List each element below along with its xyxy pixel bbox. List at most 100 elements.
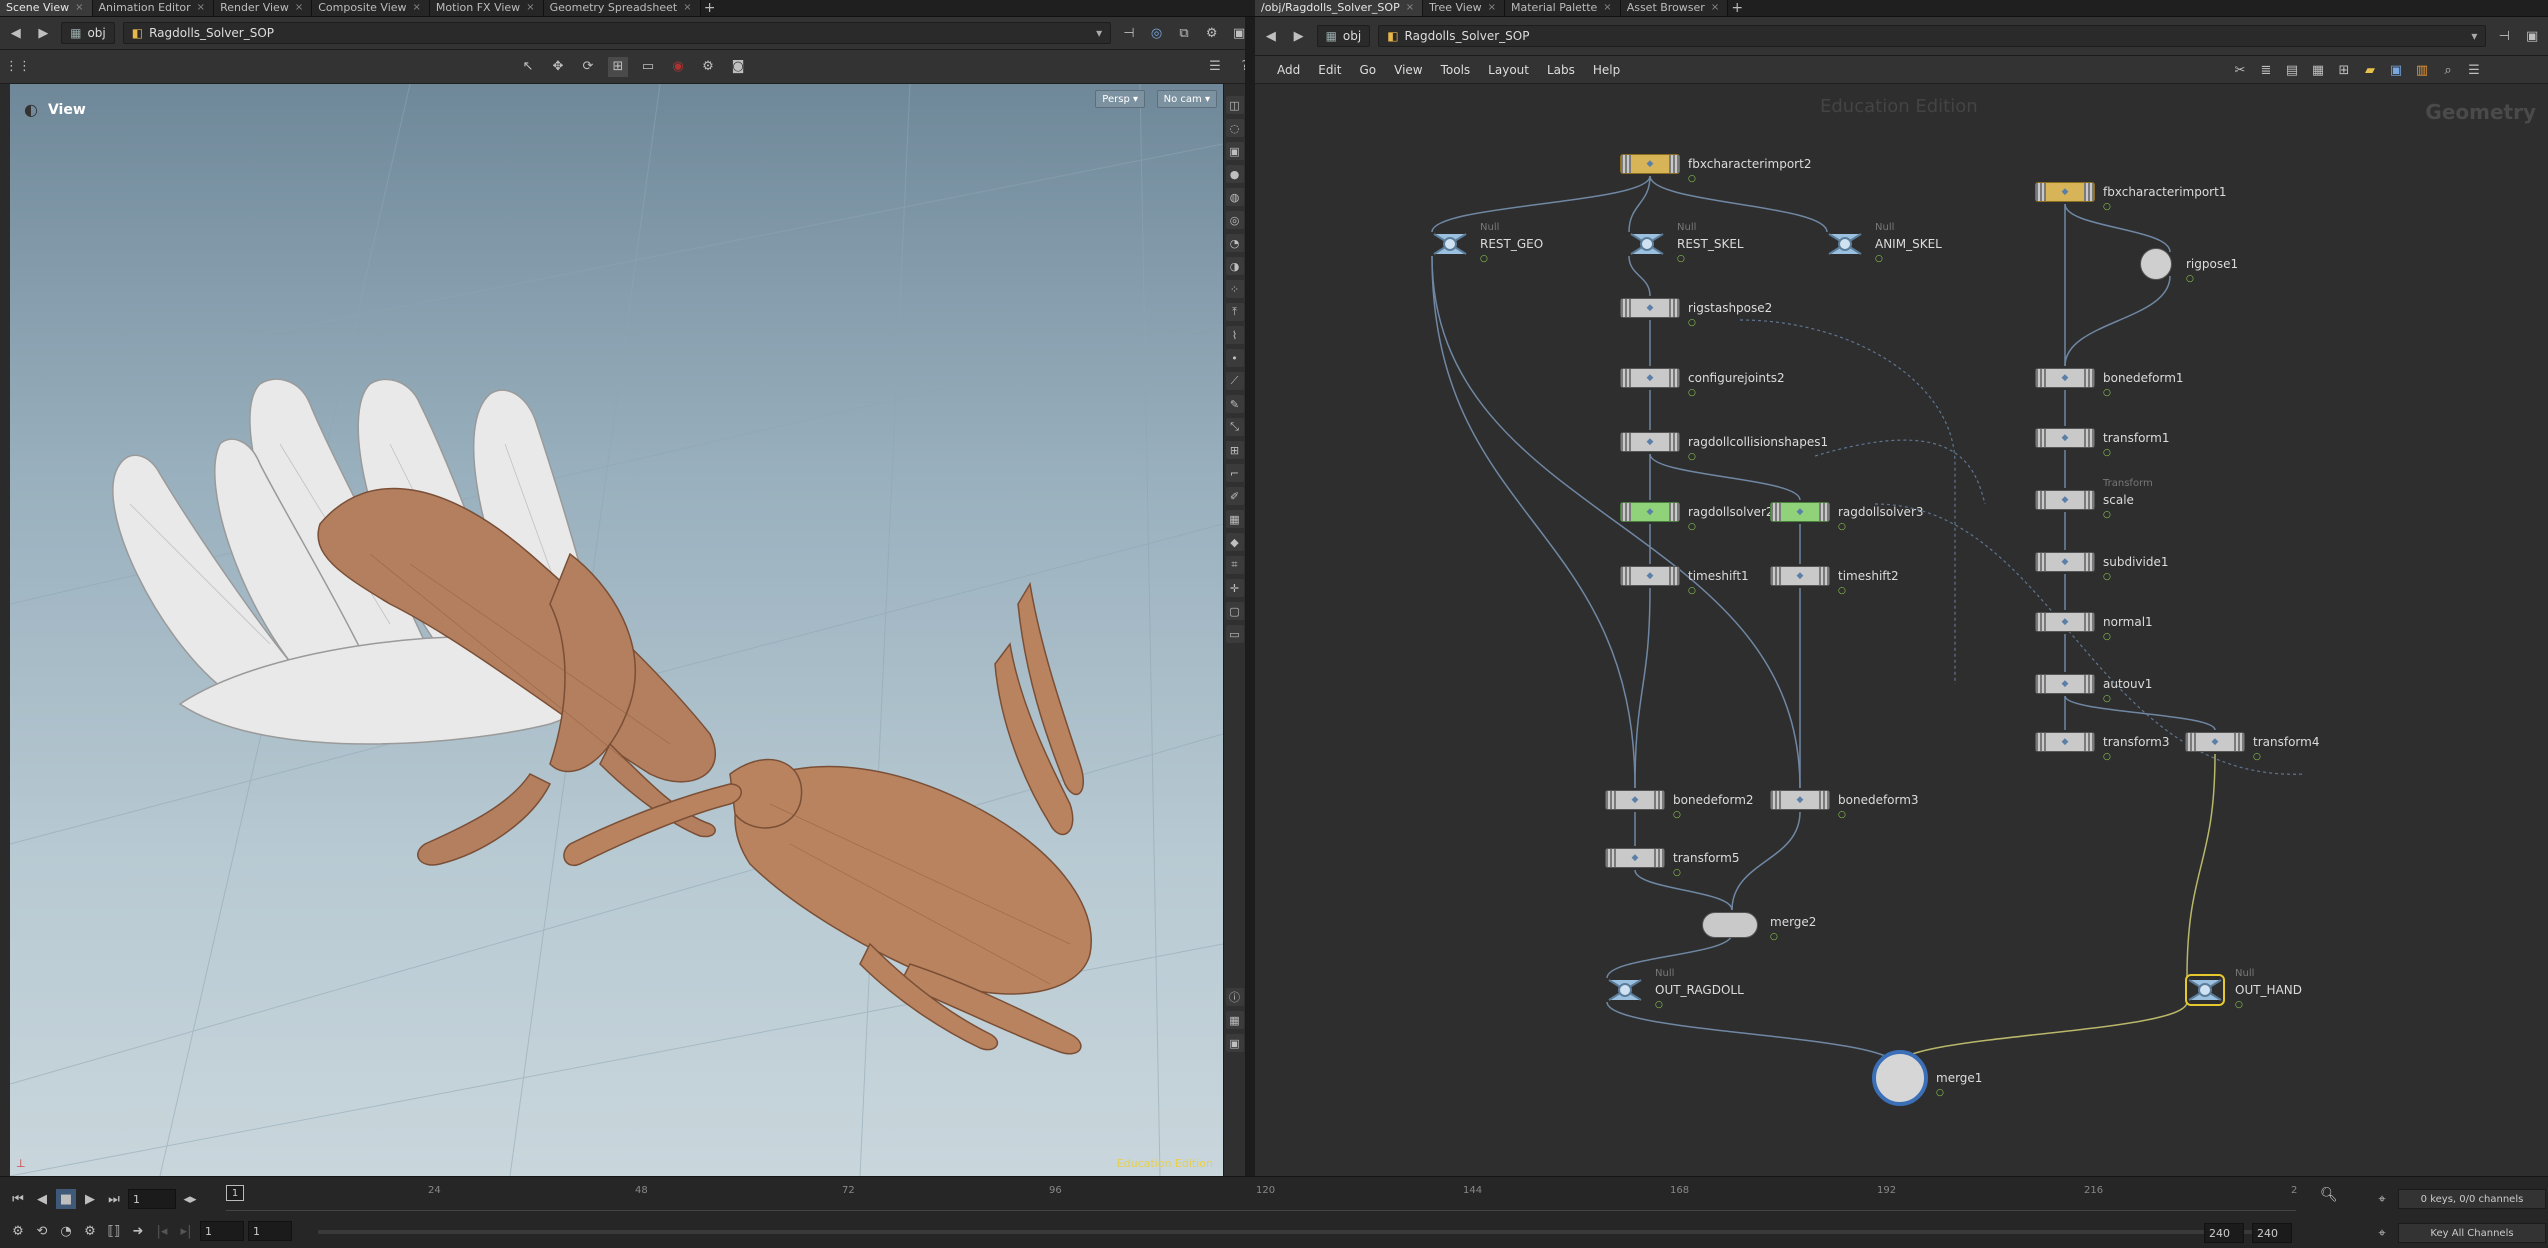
- ghost-icon[interactable]: ◌: [1225, 119, 1244, 137]
- node-body[interactable]: ◆: [2035, 182, 2095, 202]
- frame-icon[interactable]: ▭: [638, 57, 658, 77]
- wrench-icon[interactable]: ✂: [2230, 60, 2250, 80]
- timeline-scrubber[interactable]: 24 48 72 96 120 144 168 192 216 2 1: [226, 1185, 2297, 1211]
- record-icon[interactable]: ◉: [668, 57, 688, 77]
- menu-go[interactable]: Go: [1351, 63, 1384, 77]
- split-icon[interactable]: ⧉: [1174, 23, 1194, 43]
- node-body[interactable]: ◆: [1620, 502, 1680, 522]
- normals-icon[interactable]: ⤒: [1225, 303, 1244, 321]
- close-icon[interactable]: ×: [413, 2, 421, 13]
- settings-icon[interactable]: ⚙: [80, 1221, 100, 1241]
- sphere-icon[interactable]: ●: [1225, 165, 1244, 183]
- close-icon[interactable]: ×: [197, 2, 205, 13]
- target-icon[interactable]: ◎: [1225, 211, 1244, 229]
- layout-icon[interactable]: ▦: [1225, 1011, 1244, 1029]
- camera-dropdown[interactable]: No cam ▾: [1156, 90, 1217, 108]
- grid-menu-icon[interactable]: ⋮⋮: [5, 57, 31, 77]
- snap-icon[interactable]: ⊞: [608, 56, 628, 77]
- step-icon[interactable]: ◂▸: [180, 1189, 200, 1209]
- menu-labs[interactable]: Labs: [1539, 63, 1583, 77]
- node-body[interactable]: ◆: [2035, 674, 2095, 694]
- jump-end-icon[interactable]: ⏭: [104, 1189, 124, 1209]
- brush-icon[interactable]: ✎: [1225, 395, 1244, 413]
- left-tab[interactable]: Render View ×: [214, 0, 313, 16]
- tag-icon[interactable]: ⌗: [1225, 556, 1244, 574]
- node-body[interactable]: ◆: [1605, 790, 1665, 810]
- close-icon[interactable]: ×: [1488, 2, 1496, 13]
- close-icon[interactable]: ×: [683, 2, 691, 13]
- edge-icon[interactable]: ⟋: [1225, 372, 1244, 390]
- vertex-icon[interactable]: •: [1225, 349, 1244, 367]
- key-icon[interactable]: ⌖: [2372, 1189, 2392, 1209]
- scale-icon[interactable]: ⤡: [1225, 418, 1244, 436]
- rotate-icon[interactable]: ⟳: [578, 57, 598, 77]
- node-body[interactable]: [2185, 974, 2225, 1006]
- snap-grid-icon[interactable]: ⊞: [1225, 441, 1244, 459]
- ruler-icon[interactable]: ⌐: [1225, 464, 1244, 482]
- left-tab[interactable]: Composite View ×: [312, 0, 430, 16]
- menu-edit[interactable]: Edit: [1310, 63, 1349, 77]
- shade-icon[interactable]: ◑: [1225, 257, 1244, 275]
- palette-icon[interactable]: ▥: [2412, 60, 2432, 80]
- forward-arrow-icon[interactable]: ▶: [34, 23, 54, 43]
- path-root[interactable]: ▦ obj: [1316, 25, 1371, 47]
- camera-icon[interactable]: ⚙: [698, 57, 718, 77]
- display-options-icon[interactable]: ☰: [1205, 57, 1225, 77]
- node-body[interactable]: ◆: [2035, 552, 2095, 572]
- wire-icon[interactable]: ⌇: [1225, 326, 1244, 344]
- add-tab-icon[interactable]: +: [701, 0, 719, 16]
- audio-icon[interactable]: 🔍︎: [2320, 1187, 2338, 1203]
- right-tab[interactable]: /obj/Ragdolls_Solver_SOP ×: [1255, 0, 1424, 16]
- pin-icon[interactable]: ⊣: [2494, 26, 2514, 46]
- perspective-dropdown[interactable]: Persp ▾: [1095, 90, 1145, 108]
- left-tab[interactable]: Motion FX View ×: [429, 0, 544, 16]
- close-icon[interactable]: ×: [295, 2, 303, 13]
- node-body[interactable]: [1430, 228, 1470, 260]
- render-icon[interactable]: ◙: [728, 57, 748, 77]
- prev-key-icon[interactable]: |◂: [152, 1221, 172, 1241]
- right-tab[interactable]: Asset Browser ×: [1620, 0, 1729, 16]
- tree-icon[interactable]: ⊞: [2334, 60, 2354, 80]
- menu-add[interactable]: Add: [1269, 63, 1308, 77]
- cross-icon[interactable]: ✛: [1225, 579, 1244, 597]
- lock-icon[interactable]: ▣: [1225, 142, 1244, 160]
- node-body[interactable]: ◆: [2035, 490, 2095, 510]
- link-icon[interactable]: ◎: [1147, 23, 1167, 43]
- search-icon[interactable]: ⌕: [2438, 60, 2458, 80]
- tools-icon[interactable]: ⚙: [1202, 23, 1222, 43]
- pen-icon[interactable]: ✐: [1225, 487, 1244, 505]
- screen-icon[interactable]: ▭: [1225, 625, 1244, 643]
- select-icon[interactable]: ↖: [518, 57, 538, 77]
- diamond-icon[interactable]: ◆: [1225, 533, 1244, 551]
- node-body[interactable]: ◆: [2035, 428, 2095, 448]
- current-frame-marker[interactable]: 1: [226, 1185, 244, 1201]
- add-tab-icon[interactable]: +: [1728, 0, 1746, 16]
- pane-splitter[interactable]: [1245, 17, 1255, 1176]
- stop-icon[interactable]: ■: [56, 1189, 76, 1209]
- range-end-field[interactable]: 240: [2204, 1223, 2244, 1243]
- fps-icon[interactable]: ◔: [56, 1221, 76, 1241]
- close-icon[interactable]: ×: [526, 2, 534, 13]
- move-icon[interactable]: ✥: [548, 57, 568, 77]
- menu-layout[interactable]: Layout: [1480, 63, 1537, 77]
- frame-field[interactable]: 1: [128, 1189, 176, 1209]
- info-icon[interactable]: ⓘ: [1225, 988, 1244, 1006]
- realtime-icon[interactable]: ⚙: [8, 1221, 28, 1241]
- path-root[interactable]: ▦ obj: [61, 22, 115, 44]
- box-icon[interactable]: ▢: [1225, 602, 1244, 620]
- bulb-icon[interactable]: ◔: [1225, 234, 1244, 252]
- node-body[interactable]: ◆: [1620, 154, 1680, 174]
- node-body[interactable]: [1605, 974, 1645, 1006]
- viewport-3d[interactable]: ◐ View Persp ▾ No cam ▾ Education Editio…: [10, 84, 1223, 1176]
- key-icon[interactable]: ⌖: [2372, 1223, 2392, 1243]
- jump-start-icon[interactable]: ⏮: [8, 1189, 28, 1209]
- display-icon[interactable]: ◫: [1225, 96, 1244, 114]
- node-body[interactable]: ◆: [1770, 790, 1830, 810]
- menu-view[interactable]: View: [1386, 63, 1430, 77]
- back-arrow-icon[interactable]: ◀: [6, 23, 26, 43]
- play-icon[interactable]: ▶: [80, 1189, 100, 1209]
- end-frame-field[interactable]: 240: [2252, 1223, 2292, 1243]
- node-body[interactable]: [1702, 912, 1758, 938]
- mask-icon[interactable]: ▦: [1225, 510, 1244, 528]
- node-body[interactable]: ◆: [1770, 502, 1830, 522]
